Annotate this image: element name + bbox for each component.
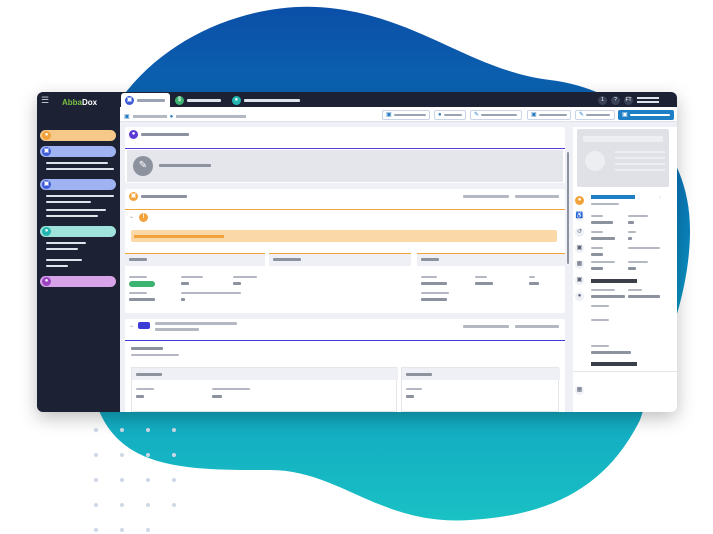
sidebar-subitem[interactable] xyxy=(46,248,78,250)
record-card-1 xyxy=(131,367,398,412)
patient-card xyxy=(577,129,669,187)
avatar xyxy=(585,151,605,171)
tab-1[interactable]: ▣ xyxy=(121,93,170,107)
edit-icon: ✎ xyxy=(474,112,480,118)
sub-toolbar: ▣ ● ▣ ● ✎ ▣ ✎ ▣ xyxy=(120,107,677,122)
chat-icon[interactable]: 1 xyxy=(598,95,607,105)
toolbar-button-2[interactable]: ● xyxy=(434,110,466,120)
document-icon: ▣ xyxy=(42,180,51,189)
top-tab-bar: ▣ $ ● 1 ? FT xyxy=(120,92,677,107)
sidebar-item-2[interactable]: ▣ xyxy=(40,146,116,157)
doc-icon: ▣ xyxy=(386,112,392,118)
section-overview: ● ✎ xyxy=(125,127,565,183)
section-icon: ● xyxy=(129,130,138,139)
section-icon: ▣ xyxy=(129,192,138,201)
sidebar-subitem[interactable] xyxy=(46,201,91,203)
toolbar-button-1[interactable]: ▣ xyxy=(382,110,430,120)
toolbar-primary-button[interactable]: ▣ xyxy=(618,110,674,120)
chevron-right-icon[interactable]: › xyxy=(659,195,661,201)
sidebar-subitem[interactable] xyxy=(46,265,68,267)
decorative-dots xyxy=(88,424,188,534)
location-icon: ● xyxy=(169,113,174,120)
scrollbar[interactable] xyxy=(567,152,569,264)
toolbar-button-5[interactable]: ✎ xyxy=(575,110,615,120)
sidebar: ☰ AbbaDox ● ▣ ▣ ● ● xyxy=(37,92,120,412)
avatar[interactable]: FT xyxy=(624,95,633,105)
comments-icon[interactable]: ▣ xyxy=(575,244,584,253)
history-icon[interactable]: ↺ xyxy=(575,228,584,237)
detail-card-3 xyxy=(417,253,565,311)
detail-card-1 xyxy=(125,253,265,311)
record-tag xyxy=(138,322,150,329)
user-name[interactable] xyxy=(637,97,659,103)
help-icon[interactable]: ? xyxy=(611,95,620,105)
pin-icon: ● xyxy=(438,112,442,118)
book-icon: ▣ xyxy=(622,112,628,118)
info-banner: ✎ xyxy=(127,150,563,182)
app-window: ☰ AbbaDox ● ▣ ▣ ● ● ▣ $ ● 1 ? FT ▣ ● ▣ ●… xyxy=(37,92,677,412)
toolbar-button-4[interactable]: ▣ xyxy=(527,110,571,120)
sidebar-subitem[interactable] xyxy=(46,162,108,164)
edit-icon: ✎ xyxy=(579,112,585,118)
record-card-2 xyxy=(401,367,560,412)
link-icon: ● xyxy=(232,95,241,105)
dollar-icon: $ xyxy=(175,95,184,105)
app-logo: AbbaDox xyxy=(62,98,98,107)
chevron-down-icon[interactable]: ⌄ xyxy=(129,213,134,220)
status-badge xyxy=(129,281,155,287)
sidebar-item-3[interactable]: ▣ xyxy=(40,179,116,190)
sidebar-item-4[interactable]: ● xyxy=(40,226,116,237)
tab-3[interactable]: ● xyxy=(228,93,304,107)
right-panel: › xyxy=(573,127,677,412)
sidebar-subitem[interactable] xyxy=(46,259,82,261)
user-icon[interactable]: ● xyxy=(575,196,584,205)
top-right-controls: 1 ? FT xyxy=(598,95,659,105)
breadcrumb: ▣ ● xyxy=(124,113,247,120)
tab-2[interactable]: $ xyxy=(171,93,226,107)
wheelchair-icon[interactable]: ♿ xyxy=(575,212,584,221)
detail-card-2 xyxy=(269,253,411,311)
chevron-down-icon[interactable]: ⌄ xyxy=(129,322,134,329)
note-icon: ✎ xyxy=(133,156,153,176)
chat-icon: ● xyxy=(42,277,51,286)
main-content: ● ✎ ▣ ⌄ ! ⌄ xyxy=(125,127,565,412)
calendar-icon[interactable]: ▦ xyxy=(575,260,584,269)
clipboard-icon: ▣ xyxy=(125,95,134,105)
alert-banner xyxy=(131,230,557,242)
clipboard-icon[interactable]: ▣ xyxy=(575,276,584,285)
calendar-icon: ▣ xyxy=(124,114,130,120)
section-records: ⌄ xyxy=(125,319,565,412)
clipboard-icon: ▣ xyxy=(42,147,51,156)
grid-icon[interactable]: ▦ xyxy=(575,386,584,395)
person-icon: ● xyxy=(42,227,51,236)
sidebar-subitem[interactable] xyxy=(46,215,98,217)
toolbar-button-3[interactable]: ✎ xyxy=(470,110,522,120)
sidebar-subitem[interactable] xyxy=(46,209,106,211)
user-icon: ● xyxy=(42,131,51,140)
hamburger-icon[interactable]: ☰ xyxy=(41,96,49,105)
sidebar-item-1[interactable]: ● xyxy=(40,130,116,141)
sidebar-subitem[interactable] xyxy=(46,195,114,197)
walking-icon[interactable]: ● xyxy=(575,292,584,301)
section-details: ▣ ⌄ ! xyxy=(125,189,565,313)
sidebar-subitem[interactable] xyxy=(46,242,86,244)
sidebar-item-5[interactable]: ● xyxy=(40,276,116,287)
print-icon: ▣ xyxy=(531,112,537,118)
sidebar-subitem[interactable] xyxy=(46,168,114,170)
alert-icon: ! xyxy=(139,213,148,222)
